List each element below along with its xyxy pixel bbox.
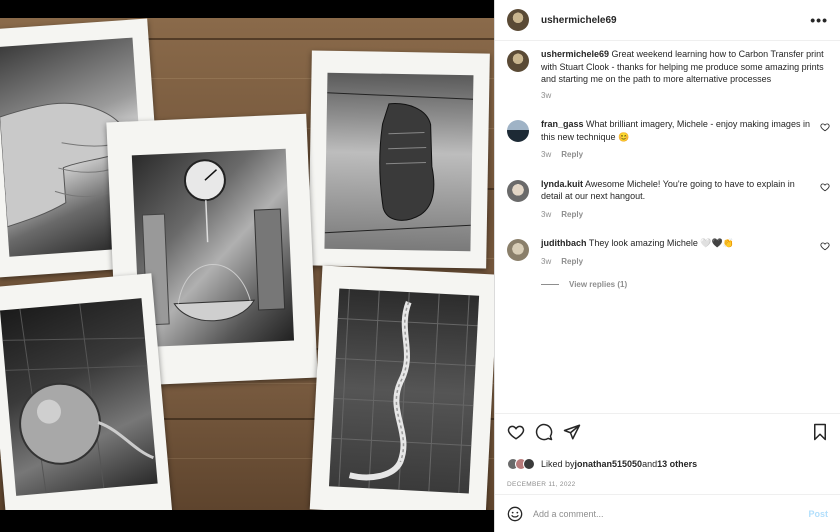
scale-photo <box>131 148 295 348</box>
likes-summary[interactable]: Liked by jonathan515050 and 13 others <box>507 458 828 470</box>
comments-list: ushermichele69 Great weekend learning ho… <box>507 48 830 289</box>
action-icons <box>507 422 828 442</box>
comment-age[interactable]: 3w <box>541 257 551 266</box>
post-header: ushermichele69 ••• <box>495 0 840 41</box>
post-date[interactable]: DECEMBER 11, 2022 <box>507 481 828 488</box>
caption-age[interactable]: 3w <box>541 91 551 100</box>
reply-button[interactable]: Reply <box>561 210 583 219</box>
comment-username[interactable]: judithbach <box>541 238 587 248</box>
comment-item: lynda.kuit Awesome Michele! You're going… <box>507 178 830 222</box>
boot-photo <box>324 72 474 252</box>
emoji-icon[interactable] <box>507 506 523 522</box>
more-options-icon[interactable]: ••• <box>810 12 828 28</box>
heart-icon[interactable] <box>507 423 525 441</box>
buoy-photo <box>0 298 158 496</box>
caption-username[interactable]: ushermichele69 <box>541 49 609 59</box>
author-avatar[interactable] <box>507 9 529 31</box>
post-detail-panel: ushermichele69 ••• ushermichele69 Great … <box>494 0 840 532</box>
share-icon[interactable] <box>563 423 581 441</box>
liker-avatar <box>523 458 535 470</box>
author-avatar[interactable] <box>507 50 529 72</box>
post-actions: Liked by jonathan515050 and 13 others DE… <box>495 413 840 488</box>
author-username[interactable]: ushermichele69 <box>541 15 617 26</box>
commenter-avatar[interactable] <box>507 239 529 261</box>
likes-prefix: Liked by <box>541 459 575 469</box>
view-replies-label: View replies (1) <box>569 280 628 289</box>
heart-icon[interactable] <box>820 182 830 192</box>
comment-input[interactable] <box>533 508 809 519</box>
bookmark-icon[interactable] <box>812 423 828 441</box>
commenter-avatar[interactable] <box>507 179 529 202</box>
liker-avatars <box>507 458 535 470</box>
caption: ushermichele69 Great weekend learning ho… <box>507 48 830 102</box>
reply-button[interactable]: Reply <box>561 150 583 159</box>
post-comment-button[interactable]: Post <box>808 509 828 519</box>
comment-username[interactable]: fran_gass <box>541 119 584 129</box>
comment-age[interactable]: 3w <box>541 150 551 159</box>
print-buoy <box>0 273 173 510</box>
commenter-avatar[interactable] <box>507 120 529 142</box>
comment-age[interactable]: 3w <box>541 210 551 219</box>
comment-username[interactable]: lynda.kuit <box>541 179 583 189</box>
likes-others[interactable]: 13 others <box>657 459 697 469</box>
comment-icon[interactable] <box>535 423 553 441</box>
view-replies-button[interactable]: View replies (1) <box>541 280 830 289</box>
heart-icon[interactable] <box>820 122 830 132</box>
rope-photo <box>328 288 480 494</box>
print-boot <box>308 50 490 269</box>
liker-username[interactable]: jonathan515050 <box>575 459 643 469</box>
view-replies-line <box>541 284 559 285</box>
add-comment-bar: Post <box>495 494 840 532</box>
comment-item: fran_gass What brilliant imagery, Michel… <box>507 118 830 162</box>
comment-text: They look amazing Michele 🤍🖤👏 <box>586 238 735 248</box>
heart-icon[interactable] <box>820 241 830 251</box>
comment-item: judithbach They look amazing Michele 🤍🖤👏… <box>507 237 830 268</box>
print-rope <box>309 265 494 510</box>
likes-middle: and <box>642 459 658 469</box>
post-photo[interactable] <box>0 18 494 510</box>
reply-button[interactable]: Reply <box>561 257 583 266</box>
